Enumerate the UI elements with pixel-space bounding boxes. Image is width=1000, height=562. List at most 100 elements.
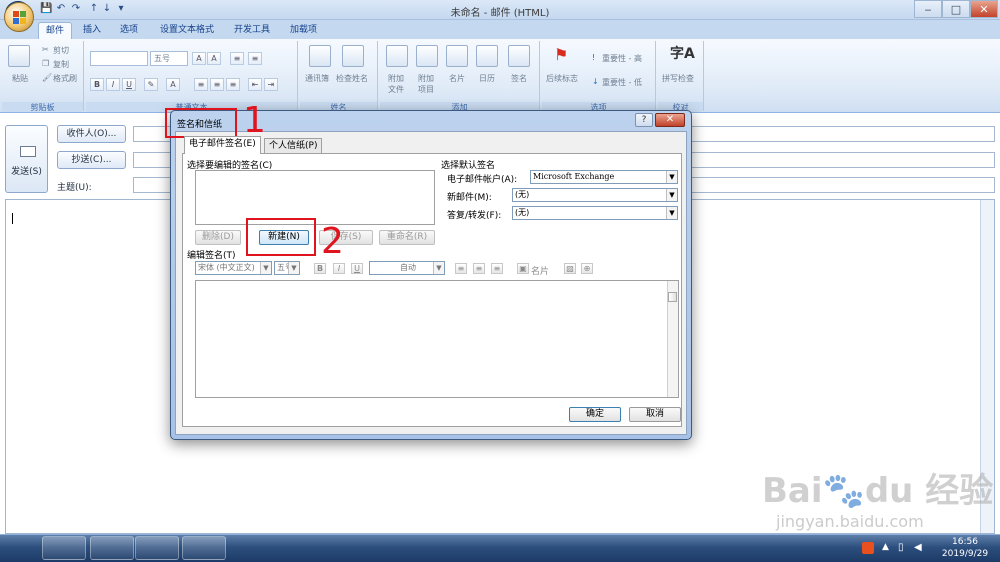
ok-button[interactable]: 确定 [569,407,621,422]
copy-button[interactable]: 复制 [53,59,69,70]
cc-button[interactable]: 抄送(C)... [57,151,126,169]
tray-expand-icon[interactable]: ▲ [882,542,889,552]
maximize-button[interactable]: □ [942,0,970,18]
align-right-icon[interactable]: ≡ [226,78,240,91]
minimize-button[interactable]: ‒ [914,0,942,18]
spelling-button[interactable]: 拼写检查 [662,73,694,84]
hyperlink-icon[interactable]: ⊕ [581,263,593,274]
signature-icon [508,45,530,67]
step-number-2: 2 [321,221,344,262]
rename-button[interactable]: 重命名(R) [379,230,435,245]
new-message-select[interactable]: (无) ▼ [512,188,678,202]
to-button[interactable]: 收件人(O)... [57,125,126,143]
tab-email-signature[interactable]: 电子邮件签名(E) [184,136,261,154]
spelling-icon: 字A [670,46,695,62]
send-button[interactable]: 发送(S) [5,125,48,193]
paint-taskbar-icon[interactable] [182,536,226,560]
save-icon[interactable]: 💾 [40,3,52,15]
tab-options[interactable]: 选项 [113,22,145,39]
check-names-button[interactable]: 检查姓名 [336,73,368,84]
chevron-down-icon: ▼ [260,262,271,274]
attach-file-button-line1[interactable]: 附加 [388,73,404,84]
attach-file-button-line2[interactable]: 文件 [388,84,404,95]
browser-taskbar-icon[interactable] [135,536,179,560]
cancel-button[interactable]: 取消 [629,407,681,422]
tab-developer[interactable]: 开发工具 [227,22,277,39]
bold-button[interactable]: B [314,263,326,274]
dialog-help-button[interactable]: ? [635,113,653,127]
taskbar-clock[interactable]: 16:56 2019/9/29 [932,536,998,560]
address-book-button[interactable]: 通讯簿 [305,73,329,84]
shrink-font-icon[interactable]: A [207,52,221,65]
bullets-icon[interactable]: ≡ [230,52,244,65]
scrollbar-thumb[interactable] [668,292,677,302]
chevron-down-icon: ▼ [433,262,444,274]
explorer-taskbar-icon[interactable] [90,536,134,560]
qat-customize-icon[interactable]: ▾ [115,3,127,15]
align-left-icon[interactable]: ≡ [194,78,208,91]
tab-format-text[interactable]: 设置文本格式 [153,22,221,39]
volume-icon[interactable]: ◀ [914,542,922,553]
group-options: ⚑ 后续标志 ! 重要性 - 高 ↓ 重要性 - 低 选项 [542,41,656,112]
calendar-button[interactable]: 日历 [479,73,495,84]
format-painter-button[interactable]: 格式刷 [53,73,77,84]
highlight-icon[interactable]: ✎ [144,78,158,91]
tab-personal-stationery[interactable]: 个人信纸(P) [264,138,323,153]
indent-icon[interactable]: ⇥ [264,78,278,91]
outdent-icon[interactable]: ⇤ [248,78,262,91]
align-center-icon[interactable]: ≡ [210,78,224,91]
numbering-icon[interactable]: ≡ [248,52,262,65]
align-right-icon[interactable]: ≡ [491,263,503,274]
italic-button[interactable]: I [333,263,345,274]
tab-message[interactable]: 邮件 [38,22,73,39]
underline-icon[interactable]: U [122,78,136,91]
business-card-icon [446,45,468,67]
paste-button[interactable]: 粘贴 [12,73,28,84]
down-icon[interactable]: ↓ [101,3,113,15]
picture-icon[interactable]: ▨ [564,263,576,274]
tab-addins[interactable]: 加载项 [283,22,324,39]
tab-insert[interactable]: 插入 [76,22,108,39]
font-size-combo[interactable]: 五号 [150,51,188,66]
font-color-select[interactable]: 自动 ▼ [369,261,445,275]
highlight-box-1 [165,108,237,138]
outlook-taskbar-icon[interactable] [42,536,86,560]
cut-button[interactable]: 剪切 [53,45,69,56]
importance-high-button[interactable]: 重要性 - 高 [602,53,642,64]
close-button[interactable]: ✕ [970,0,998,18]
attach-item-button-line2[interactable]: 项目 [418,84,434,95]
importance-low-button[interactable]: 重要性 - 低 [602,77,642,88]
redo-icon[interactable]: ↷ [70,3,82,15]
group-proofing: 字A 拼写检查 校对 [658,41,704,112]
signature-button[interactable]: 签名 [511,73,527,84]
account-value: Microsoft Exchange [533,172,615,181]
font-name-select[interactable]: 宋体 (中文正文) ▼ [195,261,272,275]
underline-button[interactable]: U [351,263,363,274]
font-name-combo[interactable] [90,51,148,66]
bold-icon[interactable]: B [90,78,104,91]
business-card-button[interactable]: 名片 [449,73,465,84]
business-card-button[interactable]: 名片 [531,264,549,277]
chevron-down-icon: ▼ [288,262,299,274]
signature-editor[interactable] [195,280,679,398]
office-button[interactable] [4,2,34,32]
follow-up-button[interactable]: 后续标志 [546,73,578,84]
grow-font-icon[interactable]: A [192,52,206,65]
font-size-select[interactable]: 五号 ▼ [274,261,300,275]
up-icon[interactable]: ↑ [88,3,100,15]
network-icon[interactable]: ▯ [898,542,904,553]
dialog-close-button[interactable]: ✕ [655,113,685,127]
align-center-icon[interactable]: ≡ [473,263,485,274]
group-include: 附加 文件 附加 项目 名片 日历 签名 添加 [380,41,540,112]
reply-forward-select[interactable]: (无) ▼ [512,206,678,220]
undo-icon[interactable]: ↶ [55,3,67,15]
font-color-icon[interactable]: A [166,78,180,91]
delete-button[interactable]: 删除(D) [195,230,241,245]
importance-high-icon: ! [592,53,596,62]
align-left-icon[interactable]: ≡ [455,263,467,274]
attach-item-button-line1[interactable]: 附加 [418,73,434,84]
account-select[interactable]: Microsoft Exchange ▼ [530,170,678,184]
ime-tray-icon[interactable] [862,542,874,554]
italic-icon[interactable]: I [106,78,120,91]
signature-list[interactable] [195,170,435,225]
